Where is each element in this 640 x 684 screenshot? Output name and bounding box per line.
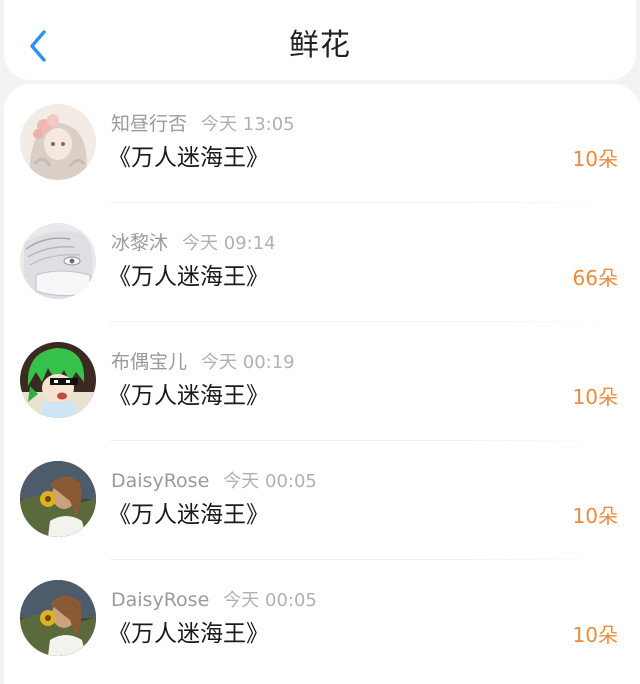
user-name[interactable]: DaisyRose	[111, 589, 209, 611]
book-title: 《万人迷海王》	[108, 502, 269, 528]
avatar[interactable]	[20, 461, 96, 537]
avatar[interactable]	[20, 342, 96, 418]
list-item[interactable]: 冰黎沐 今天 09:14 《万人迷海王》 66朵	[4, 203, 640, 322]
timestamp: 今天 13:05	[201, 114, 295, 135]
book-title: 《万人迷海王》	[108, 621, 269, 647]
book-title: 《万人迷海王》	[108, 264, 269, 290]
record-meta: 冰黎沐 今天 09:14	[111, 230, 276, 256]
book-title: 《万人迷海王》	[108, 145, 269, 171]
sketch-girl-mask-avatar	[20, 223, 96, 299]
record-meta: DaisyRose 今天 00:05	[111, 587, 317, 613]
flower-count: 10朵	[572, 623, 618, 647]
top-bar: 鲜花	[4, 0, 636, 80]
list-item[interactable]: 布偶宝儿 今天 00:19 《万人迷海王》 10朵	[4, 322, 640, 441]
flower-count: 10朵	[572, 385, 618, 409]
timestamp: 今天 09:14	[182, 233, 276, 254]
timestamp: 今天 00:19	[201, 352, 295, 373]
flowers-page: 鲜花 知昼行否 今天 13:05 《万人迷海王》 10朵 冰黎沐 今天 09:1…	[0, 0, 640, 684]
user-name[interactable]: DaisyRose	[111, 470, 209, 492]
list-item[interactable]: DaisyRose 今天 00:05 《万人迷海王》 10朵	[4, 441, 640, 560]
user-name[interactable]: 布偶宝儿	[111, 351, 187, 373]
girl-sunflower-photo-avatar	[20, 580, 96, 656]
record-meta: DaisyRose 今天 00:05	[111, 468, 317, 494]
flower-count: 10朵	[572, 147, 618, 171]
green-hair-sunglasses-avatar	[20, 342, 96, 418]
anime-girl-flowers-avatar	[20, 104, 96, 180]
record-meta: 知昼行否 今天 13:05	[111, 111, 295, 137]
book-title: 《万人迷海王》	[108, 383, 269, 409]
user-name[interactable]: 冰黎沐	[111, 232, 168, 254]
list-item[interactable]: DaisyRose 今天 00:05 《万人迷海王》 10朵	[4, 560, 640, 679]
timestamp: 今天 00:05	[223, 590, 317, 611]
record-meta: 布偶宝儿 今天 00:19	[111, 349, 295, 375]
timestamp: 今天 00:05	[223, 471, 317, 492]
page-title: 鲜花	[289, 28, 351, 63]
flower-record-list: 知昼行否 今天 13:05 《万人迷海王》 10朵 冰黎沐 今天 09:14 《…	[4, 84, 640, 684]
girl-sunflower-photo-avatar	[20, 461, 96, 537]
avatar[interactable]	[20, 223, 96, 299]
flower-count: 10朵	[572, 504, 618, 528]
flower-count: 66朵	[572, 266, 618, 290]
avatar[interactable]	[20, 104, 96, 180]
user-name[interactable]: 知昼行否	[111, 113, 187, 135]
avatar[interactable]	[20, 580, 96, 656]
list-item[interactable]: 知昼行否 今天 13:05 《万人迷海王》 10朵	[4, 84, 640, 203]
